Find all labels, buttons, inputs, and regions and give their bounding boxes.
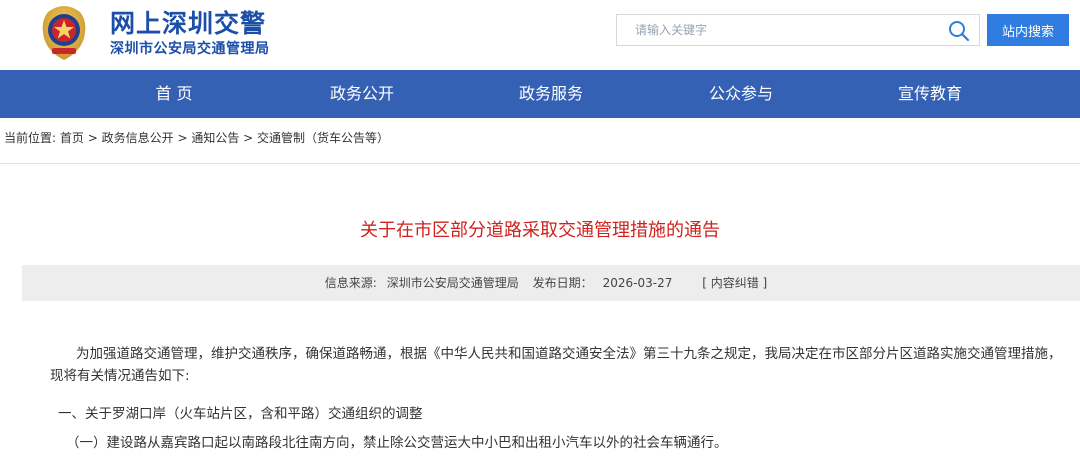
article-paragraph: 为加强道路交通管理，维护交通秩序，确保道路畅通，根据《中华人民共和国道路交通安全… (50, 346, 1062, 384)
nav-item-publicity-education[interactable]: 宣传教育 (870, 70, 990, 118)
breadcrumb-item-traffic-control[interactable]: 交通管制（货车公告等） (257, 131, 389, 145)
brand-title[interactable]: 网上深圳交警 (110, 4, 266, 40)
main-nav: 首 页 政务公开 政务服务 公众参与 宣传教育 (0, 70, 1080, 118)
breadcrumb-separator: > (243, 131, 258, 145)
publish-date: 2026-03-27 (602, 276, 673, 290)
nav-item-gov-services[interactable]: 政务服务 (491, 70, 611, 118)
source-value: 深圳市公安局交通管理局 (386, 276, 519, 290)
brand-subtitle[interactable]: 深圳市公安局交通管理局 (110, 38, 270, 58)
article-paragraph: （一）建设路从嘉宾路口起以南路段北往南方向，禁止除公交营运大中小巴和出租小汽车以… (66, 435, 728, 451)
police-emblem-icon[interactable] (36, 4, 92, 62)
date-label: 发布日期： (532, 276, 593, 290)
breadcrumb-item-home[interactable]: 首页 (60, 131, 84, 145)
search-box (616, 14, 980, 46)
article-title: 关于在市区部分道路采取交通管理措施的通告 (360, 220, 720, 241)
breadcrumb-separator: > (87, 131, 102, 145)
nav-item-public-participation[interactable]: 公众参与 (681, 70, 801, 118)
site-header: 网上深圳交警 深圳市公安局交通管理局 站内搜索 (0, 0, 1080, 70)
nav-item-gov-affairs[interactable]: 政务公开 (302, 70, 422, 118)
site-search-button[interactable]: 站内搜索 (987, 14, 1069, 46)
breadcrumb-item-info-public[interactable]: 政务信息公开 (102, 131, 174, 145)
search-input[interactable] (617, 15, 937, 45)
article-meta: 信息来源: 深圳市公安局交通管理局 发布日期： 2026-03-27 [ 内容纠错 … (22, 265, 1080, 301)
article-info-bar: 信息来源: 深圳市公安局交通管理局 发布日期： 2026-03-27 [ 内容纠错 … (22, 265, 1080, 301)
search-icon[interactable] (947, 19, 971, 43)
article-paragraph: 一、关于罗湖口岸（火车站片区，含和平路）交通组织的调整 (58, 406, 423, 422)
breadcrumb-item-notices[interactable]: 通知公告 (191, 131, 239, 145)
nav-item-home[interactable]: 首 页 (114, 70, 234, 118)
breadcrumb-separator: > (177, 131, 192, 145)
breadcrumb: 当前位置: 首页 > 政务信息公开 > 通知公告 > 交通管制（货车公告等） (4, 129, 389, 146)
divider (0, 163, 1080, 164)
content-correction-link[interactable]: [ 内容纠错 ] (702, 276, 767, 290)
source-label: 信息来源: (324, 276, 377, 290)
breadcrumb-label: 当前位置: (4, 131, 57, 145)
